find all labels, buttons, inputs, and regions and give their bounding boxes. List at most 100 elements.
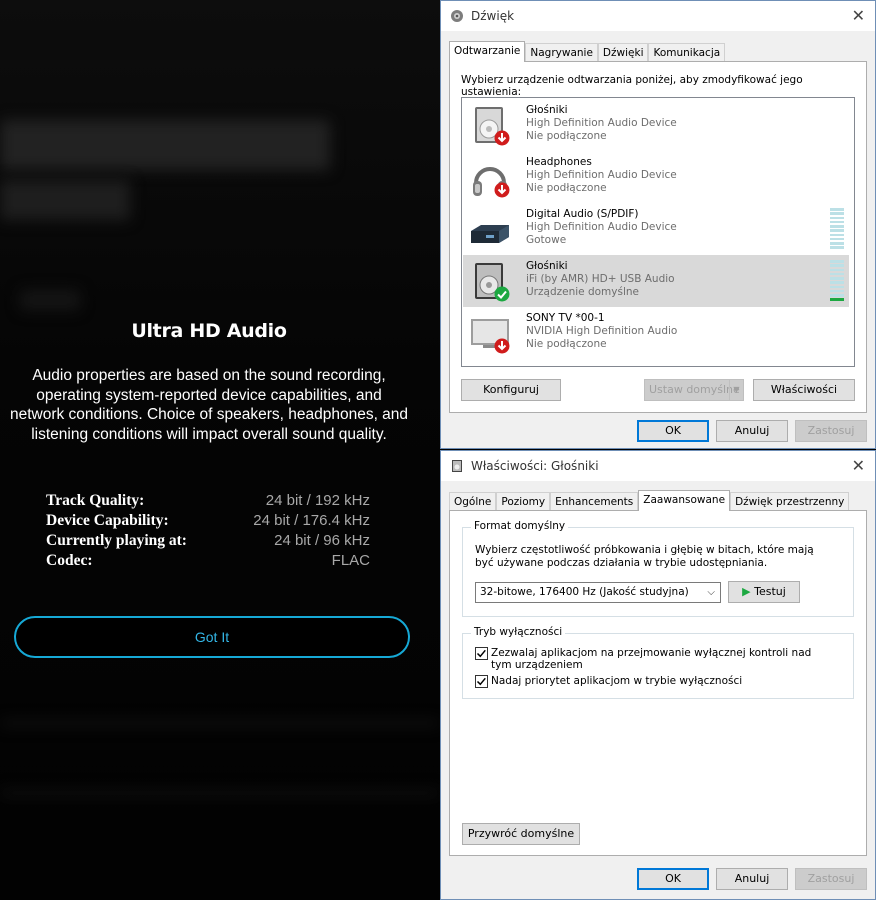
device-status: Nie podłączone xyxy=(526,338,607,350)
default-format-group: Format domyślny Wybierz częstotliwość pr… xyxy=(462,520,854,617)
device-driver: iFi (by AMR) HD+ USB Audio xyxy=(526,273,675,285)
digital-audio-icon xyxy=(471,225,509,243)
tab-advanced[interactable]: Zaawansowane xyxy=(638,490,731,511)
blurred-background xyxy=(20,290,80,310)
checkbox-label: Zezwalaj aplikacjom na przejmowanie wyłą… xyxy=(491,647,811,671)
description-line: być używane podczas działania w trybie u… xyxy=(475,557,768,569)
checkbox-label-line: Zezwalaj aplikacjom na przejmowanie wyłą… xyxy=(491,647,812,659)
unplugged-icon xyxy=(494,338,510,354)
device-text: Głośniki High Definition Audio Device Ni… xyxy=(526,104,677,143)
description-line: Audio properties are based on the sound … xyxy=(32,367,386,384)
volume-meter xyxy=(830,260,844,301)
quality-value: 24 bit / 96 kHz xyxy=(274,532,370,549)
chevron-down-icon: ⌵ xyxy=(707,587,715,598)
device-status: Nie podłączone xyxy=(526,182,607,194)
device-text: Digital Audio (S/PDIF) High Definition A… xyxy=(526,208,677,247)
chevron-down-icon[interactable]: ▼ xyxy=(729,380,743,400)
set-default-button[interactable]: Ustaw domyślne ▼ xyxy=(644,379,744,401)
device-item[interactable]: Głośniki High Definition Audio Device Ni… xyxy=(463,99,849,151)
device-text: Głośniki iFi (by AMR) HD+ USB Audio Urzą… xyxy=(526,260,675,299)
default-check-icon xyxy=(494,286,510,302)
quality-value: 24 bit / 176.4 kHz xyxy=(253,512,370,529)
ok-button[interactable]: OK xyxy=(637,420,709,442)
tab-bar: Ogólne Poziomy Enhancements Zaawansowane… xyxy=(449,490,850,511)
device-driver: High Definition Audio Device xyxy=(526,221,677,233)
tab-panel: Format domyślny Wybierz częstotliwość pr… xyxy=(449,510,867,856)
set-default-label: Ustaw domyślne xyxy=(649,383,740,396)
tab-levels[interactable]: Poziomy xyxy=(496,492,551,511)
format-description: Wybierz częstotliwość próbkowania i głęb… xyxy=(475,544,814,570)
apply-button[interactable]: Zastosuj xyxy=(795,420,867,442)
instruction-text: Wybierz urządzenie odtwarzania poniżej, … xyxy=(461,74,803,98)
checkbox[interactable] xyxy=(475,675,488,688)
tab-recording[interactable]: Nagrywanie xyxy=(525,43,598,62)
properties-button[interactable]: Właściwości xyxy=(753,379,855,401)
ok-button[interactable]: OK xyxy=(637,868,709,890)
quality-value: 24 bit / 192 kHz xyxy=(265,492,370,509)
format-select[interactable]: 32-bitowe, 176400 Hz (Jakość studyjna) ⌵ xyxy=(475,582,721,603)
quality-label: Codec: xyxy=(46,552,93,569)
device-status: Gotowe xyxy=(526,234,567,246)
device-text: Headphones High Definition Audio Device … xyxy=(526,156,677,195)
checkbox-label-line: tym urządzeniem xyxy=(491,659,583,671)
sound-dialog: Dźwięk ✕ Odtwarzanie Nagrywanie Dźwięki … xyxy=(440,0,876,449)
speaker-title-icon xyxy=(451,10,463,22)
title-bar: Dźwięk ✕ xyxy=(441,1,875,31)
close-icon[interactable]: ✕ xyxy=(852,6,865,25)
device-name: SONY TV *00-1 xyxy=(526,312,605,324)
tab-general[interactable]: Ogólne xyxy=(449,492,497,511)
blurred-background xyxy=(0,790,440,796)
tab-spatial-sound[interactable]: Dźwięk przestrzenny xyxy=(730,492,850,511)
ultra-hd-audio-panel: Ultra HD Audio Audio properties are base… xyxy=(0,0,440,900)
device-item[interactable]: Headphones High Definition Audio Device … xyxy=(463,151,849,203)
configure-button[interactable]: Konfiguruj xyxy=(461,379,561,401)
dialog-title: Ultra HD Audio xyxy=(131,320,287,342)
priority-exclusive-checkbox[interactable]: Nadaj priorytet aplikacjom w trybie wyłą… xyxy=(475,675,742,688)
device-name: Digital Audio (S/PDIF) xyxy=(526,208,639,220)
dialog-description: Audio properties are based on the sound … xyxy=(0,366,418,444)
check-icon xyxy=(476,649,486,658)
quality-table: Track Quality: 24 bit / 192 kHz Device C… xyxy=(46,491,370,571)
dialog-title: Właściwości: Głośniki xyxy=(471,459,599,473)
unplugged-icon xyxy=(494,182,510,198)
title-bar: Właściwości: Głośniki ✕ xyxy=(441,451,875,481)
group-title: Tryb wyłączności xyxy=(471,626,566,638)
checkbox[interactable] xyxy=(475,647,488,660)
apply-button[interactable]: Zastosuj xyxy=(795,868,867,890)
cancel-button[interactable]: Anuluj xyxy=(716,420,788,442)
cancel-button[interactable]: Anuluj xyxy=(716,868,788,890)
unplugged-icon xyxy=(494,130,510,146)
checkbox-label: Nadaj priorytet aplikacjom w trybie wyłą… xyxy=(491,675,743,687)
quality-label: Currently playing at: xyxy=(46,532,187,549)
play-icon: ▶ xyxy=(742,585,751,598)
test-button[interactable]: ▶ Testuj xyxy=(728,581,800,603)
device-item-selected[interactable]: Głośniki iFi (by AMR) HD+ USB Audio Urzą… xyxy=(463,255,849,307)
tab-communication[interactable]: Komunikacja xyxy=(648,43,726,62)
allow-exclusive-checkbox[interactable]: Zezwalaj aplikacjom na przejmowanie wyłą… xyxy=(475,647,811,671)
close-icon[interactable]: ✕ xyxy=(852,456,865,475)
quality-label: Device Capability: xyxy=(46,512,169,529)
quality-value: FLAC xyxy=(331,552,370,569)
tab-bar: Odtwarzanie Nagrywanie Dźwięki Komunikac… xyxy=(449,41,726,62)
group-title: Format domyślny xyxy=(471,520,569,532)
format-select-value: 32-bitowe, 176400 Hz (Jakość studyjna) xyxy=(480,586,689,598)
speaker-title-icon xyxy=(452,460,462,472)
device-list: Głośniki High Definition Audio Device Ni… xyxy=(461,97,855,367)
tab-sounds[interactable]: Dźwięki xyxy=(597,43,649,62)
description-line: operating system-reported device capabil… xyxy=(36,386,382,404)
quality-row-codec: Codec: FLAC xyxy=(46,551,370,571)
tab-playback[interactable]: Odtwarzanie xyxy=(449,41,526,62)
test-button-label: Testuj xyxy=(754,585,786,598)
device-name: Głośniki xyxy=(526,104,568,116)
blurred-background xyxy=(0,180,130,220)
got-it-button[interactable]: Got It xyxy=(14,616,410,658)
description-line: Wybierz częstotliwość próbkowania i głęb… xyxy=(475,544,814,556)
device-driver: High Definition Audio Device xyxy=(526,169,677,181)
device-item[interactable]: Digital Audio (S/PDIF) High Definition A… xyxy=(463,203,849,255)
blurred-background xyxy=(0,720,440,726)
tab-enhancements[interactable]: Enhancements xyxy=(550,492,639,511)
device-item[interactable]: SONY TV *00-1 NVIDIA High Definition Aud… xyxy=(463,307,849,359)
volume-meter xyxy=(830,208,844,249)
restore-defaults-button[interactable]: Przywróć domyślne xyxy=(462,823,580,845)
quality-row-playing: Currently playing at: 24 bit / 96 kHz xyxy=(46,531,370,551)
